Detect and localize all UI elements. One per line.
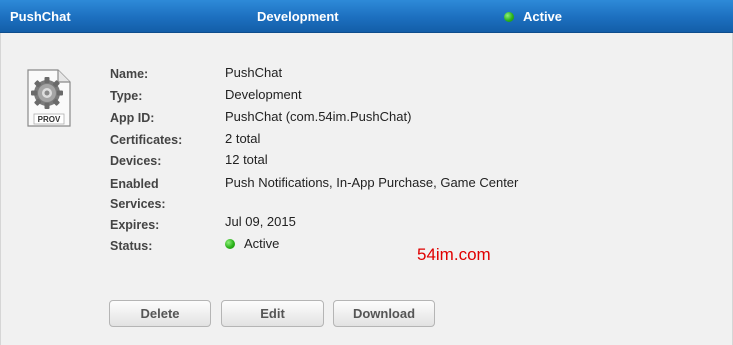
edit-button[interactable]: Edit [221, 300, 324, 327]
watermark-text: 54im.com [417, 245, 491, 264]
label-certificates: Certificates: [110, 133, 183, 147]
header-status-label: Active [523, 9, 563, 24]
label-app-id: App ID: [110, 111, 155, 125]
value-status: Active [225, 236, 279, 251]
value-enabled-services: Push Notifications, In-App Purchase, Gam… [225, 175, 519, 190]
value-name: PushChat [225, 65, 283, 80]
label-devices: Devices: [110, 154, 162, 168]
label-type: Type: [110, 89, 143, 103]
label-expires: Expires: [110, 218, 160, 232]
value-app-id: PushChat (com.54im.PushChat) [225, 109, 412, 124]
header-status: Active [504, 9, 562, 24]
status-active-icon [225, 238, 235, 249]
label-status: Status: [110, 239, 153, 253]
value-type: Development [225, 87, 302, 102]
download-button[interactable]: Download [333, 300, 435, 327]
value-status-text: Active [244, 236, 280, 251]
delete-button[interactable]: Delete [109, 300, 211, 327]
provisioning-profile-file-icon: PROV [27, 69, 71, 127]
file-icon-caption: PROV [38, 115, 61, 124]
header-profile-name: PushChat [10, 9, 71, 24]
label-enabled-services-line2: Services: [110, 197, 166, 211]
status-active-icon [504, 11, 514, 22]
value-expires: Jul 09, 2015 [225, 214, 296, 229]
value-certificates: 2 total [225, 131, 261, 146]
profile-header-bar[interactable]: PushChat Development Active [0, 0, 733, 33]
label-enabled-services-line1: Enabled [110, 177, 159, 191]
label-name: Name: [110, 67, 149, 81]
value-devices: 12 total [225, 152, 268, 167]
header-profile-type: Development [257, 9, 339, 24]
